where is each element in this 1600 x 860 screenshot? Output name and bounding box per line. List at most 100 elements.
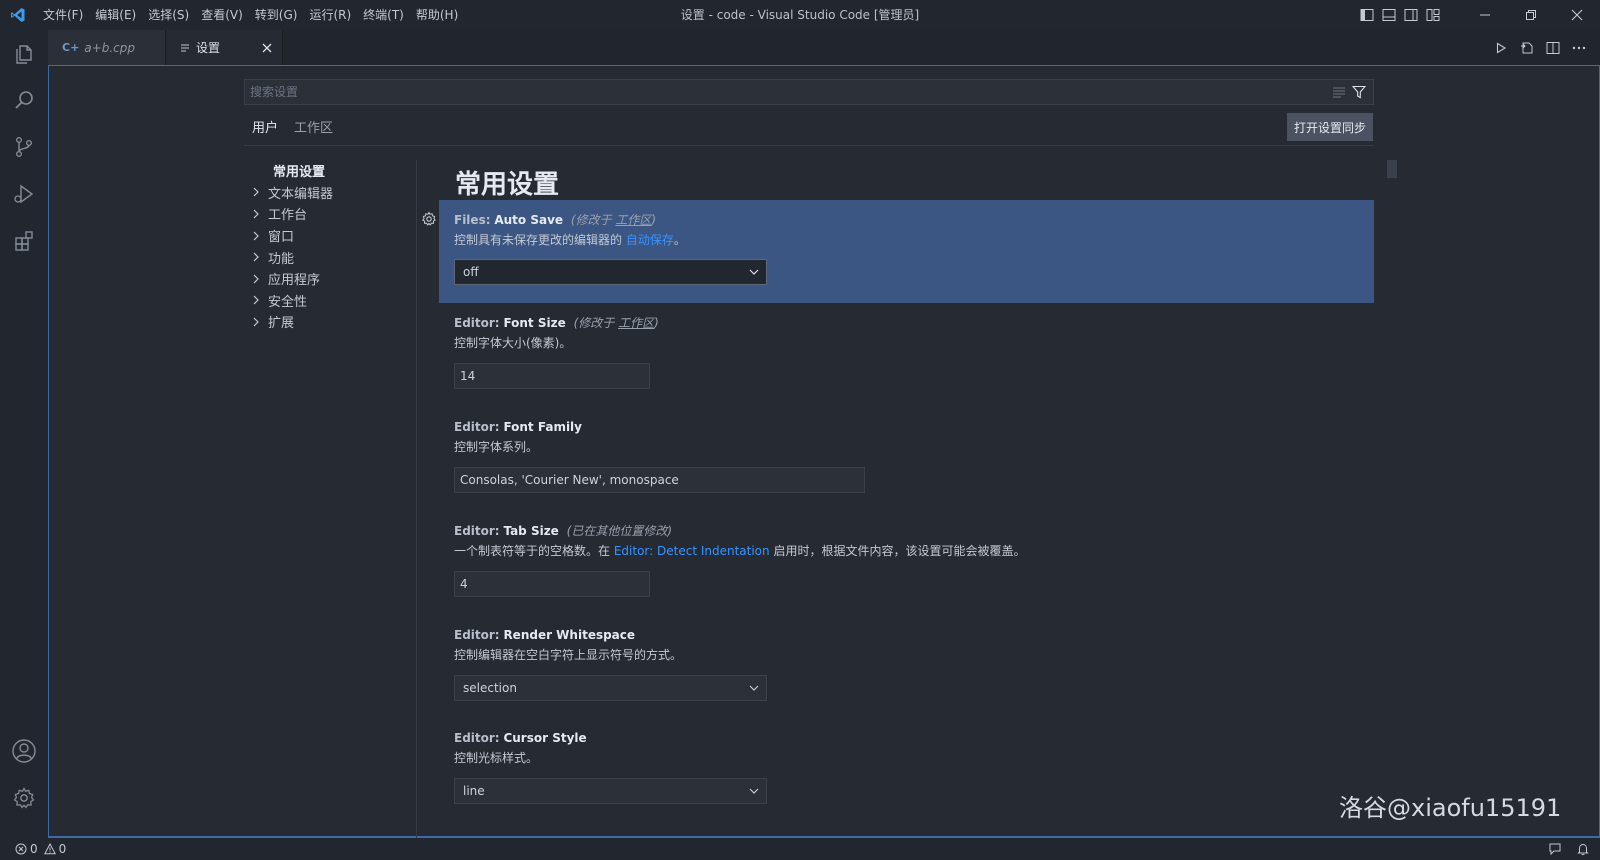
source-control-icon[interactable]	[0, 123, 48, 171]
problems-indicator[interactable]: 0 0	[15, 842, 66, 856]
settings-editor: 用户 工作区 打开设置同步 常用设置 文本编辑器 工作台 窗口 功能 应用程序 …	[48, 65, 1600, 840]
menu-edit[interactable]: 编辑(E)	[89, 0, 142, 30]
settings-search-box	[244, 79, 1374, 105]
search-icon[interactable]	[0, 76, 48, 124]
setting-key: Render Whitespace	[503, 628, 636, 642]
setting-title: Editor: Font Size (修改于 工作区)	[454, 313, 1374, 333]
section-title: 常用设置	[455, 170, 560, 200]
setting-description: 控制编辑器在空白字符上显示符号的方式。	[454, 648, 683, 662]
modified-suffix: )	[654, 316, 659, 330]
menu-selection[interactable]: 选择(S)	[142, 0, 195, 30]
setting-key: Font Family	[503, 420, 582, 434]
explorer-icon[interactable]	[0, 30, 48, 78]
menu-help[interactable]: 帮助(H)	[410, 0, 464, 30]
toc-item-extensions[interactable]: 扩展	[244, 311, 419, 333]
toc-item-features[interactable]: 功能	[244, 246, 419, 268]
toc-item-application[interactable]: 应用程序	[244, 268, 419, 290]
restore-button[interactable]	[1508, 0, 1554, 30]
modified-indicator: (修改于 工作区)	[571, 213, 656, 227]
setting-description: 控制字体大小(像素)。	[454, 336, 572, 350]
tab-label: a+b.cpp	[84, 40, 135, 55]
open-settings-json-icon[interactable]	[1514, 30, 1540, 65]
select-value: line	[463, 784, 485, 798]
tab-user-scope[interactable]: 用户	[244, 116, 287, 146]
toc-item-window[interactable]: 窗口	[244, 225, 419, 247]
title-bar: 文件(F) 编辑(E) 选择(S) 查看(V) 转到(G) 运行(R) 终端(T…	[0, 0, 1600, 30]
toc-item-label: 应用程序	[268, 273, 321, 289]
toc-item-text-editor[interactable]: 文本编辑器	[244, 182, 419, 204]
toc-item-workbench[interactable]: 工作台	[244, 203, 419, 225]
toc-item-label: 安全性	[268, 294, 308, 310]
close-tab-icon[interactable]	[262, 43, 272, 53]
chevron-right-icon	[244, 209, 268, 219]
customize-layout-icon[interactable]	[1422, 0, 1444, 30]
close-window-button[interactable]	[1554, 0, 1600, 30]
chevron-right-icon	[244, 231, 268, 241]
feedback-icon[interactable]	[1548, 842, 1562, 856]
modified-prefix: (修改于	[570, 213, 612, 227]
warning-icon	[43, 843, 56, 855]
detect-indentation-link[interactable]: Editor: Detect Indentation	[614, 544, 770, 558]
toc-item-label: 窗口	[268, 230, 295, 246]
modified-elsewhere-indicator[interactable]: (已在其他位置修改)	[567, 524, 672, 538]
tab-workspace-scope[interactable]: 工作区	[286, 116, 341, 146]
menu-view[interactable]: 查看(V)	[195, 0, 249, 30]
tab-settings[interactable]: 设置	[166, 30, 283, 65]
manage-gear-icon[interactable]	[0, 774, 48, 822]
scrollbar-thumb[interactable]	[1387, 160, 1397, 178]
settings-scope-tabs: 用户 工作区	[244, 116, 341, 146]
select-value: selection	[463, 681, 517, 695]
menu-go[interactable]: 转到(G)	[249, 0, 304, 30]
setting-key: Auto Save	[494, 213, 564, 227]
toc-item-commonly-used[interactable]: 常用设置	[244, 160, 419, 182]
notifications-bell-icon[interactable]	[1576, 842, 1590, 856]
setting-description: 控制光标样式。	[454, 751, 539, 765]
split-editor-icon[interactable]	[1540, 30, 1566, 65]
minimize-button[interactable]	[1462, 0, 1508, 30]
chevron-right-icon	[244, 252, 268, 262]
description-text: 控制具有未保存更改的编辑器的	[454, 233, 623, 247]
turn-on-settings-sync-button[interactable]: 打开设置同步	[1287, 113, 1373, 141]
auto-save-link[interactable]: 自动保存	[626, 233, 674, 247]
filter-icon[interactable]	[1349, 80, 1369, 104]
render-whitespace-select[interactable]: selection	[454, 675, 767, 701]
more-actions-icon[interactable]	[1566, 30, 1592, 65]
modified-in-workspace-link[interactable]: 工作区	[615, 213, 651, 227]
extensions-icon[interactable]	[0, 217, 48, 265]
setting-files-auto-save[interactable]: Files: Auto Save (修改于 工作区) 控制具有未保存更改的编辑器…	[439, 200, 1374, 303]
modified-in-workspace-link[interactable]: 工作区	[618, 316, 654, 330]
chevron-right-icon	[244, 317, 268, 327]
toc-item-security[interactable]: 安全性	[244, 290, 419, 312]
menu-run[interactable]: 运行(R)	[303, 0, 357, 30]
cursor-style-select[interactable]: line	[454, 778, 767, 804]
font-size-input[interactable]: 14	[454, 363, 650, 389]
cpp-file-icon: C+	[62, 41, 80, 54]
tab-size-input[interactable]: 4	[454, 571, 650, 597]
modified-indicator: (修改于 工作区)	[574, 316, 659, 330]
error-icon	[15, 843, 27, 855]
chevron-down-icon	[748, 785, 760, 800]
toggle-primary-sidebar-icon[interactable]	[1356, 0, 1378, 30]
toggle-secondary-sidebar-icon[interactable]	[1400, 0, 1422, 30]
modified-prefix: (修改于	[573, 316, 615, 330]
clear-search-icon[interactable]	[1329, 80, 1349, 104]
toggle-panel-icon[interactable]	[1378, 0, 1400, 30]
setting-title: Editor: Font Family	[454, 417, 1374, 437]
setting-category: Editor:	[454, 316, 500, 330]
run-code-icon[interactable]	[1488, 30, 1514, 65]
settings-search-input[interactable]	[245, 80, 1329, 104]
auto-save-select[interactable]: off	[454, 259, 767, 285]
accounts-icon[interactable]	[0, 727, 48, 775]
description-text-end: 。	[673, 233, 686, 247]
run-debug-icon[interactable]	[0, 170, 48, 218]
tab-cpp-file[interactable]: C+ a+b.cpp	[48, 30, 166, 65]
setting-key: Tab Size	[503, 524, 559, 538]
menu-file[interactable]: 文件(F)	[37, 0, 89, 30]
toc-item-label: 文本编辑器	[268, 186, 334, 202]
setting-gear-icon[interactable]	[421, 211, 437, 227]
warning-count: 0	[58, 842, 67, 856]
menu-terminal[interactable]: 终端(T)	[357, 0, 410, 30]
font-family-input[interactable]: Consolas, 'Courier New', monospace	[454, 467, 865, 493]
toc-divider	[416, 160, 417, 840]
vscode-logo-icon[interactable]	[3, 0, 33, 30]
